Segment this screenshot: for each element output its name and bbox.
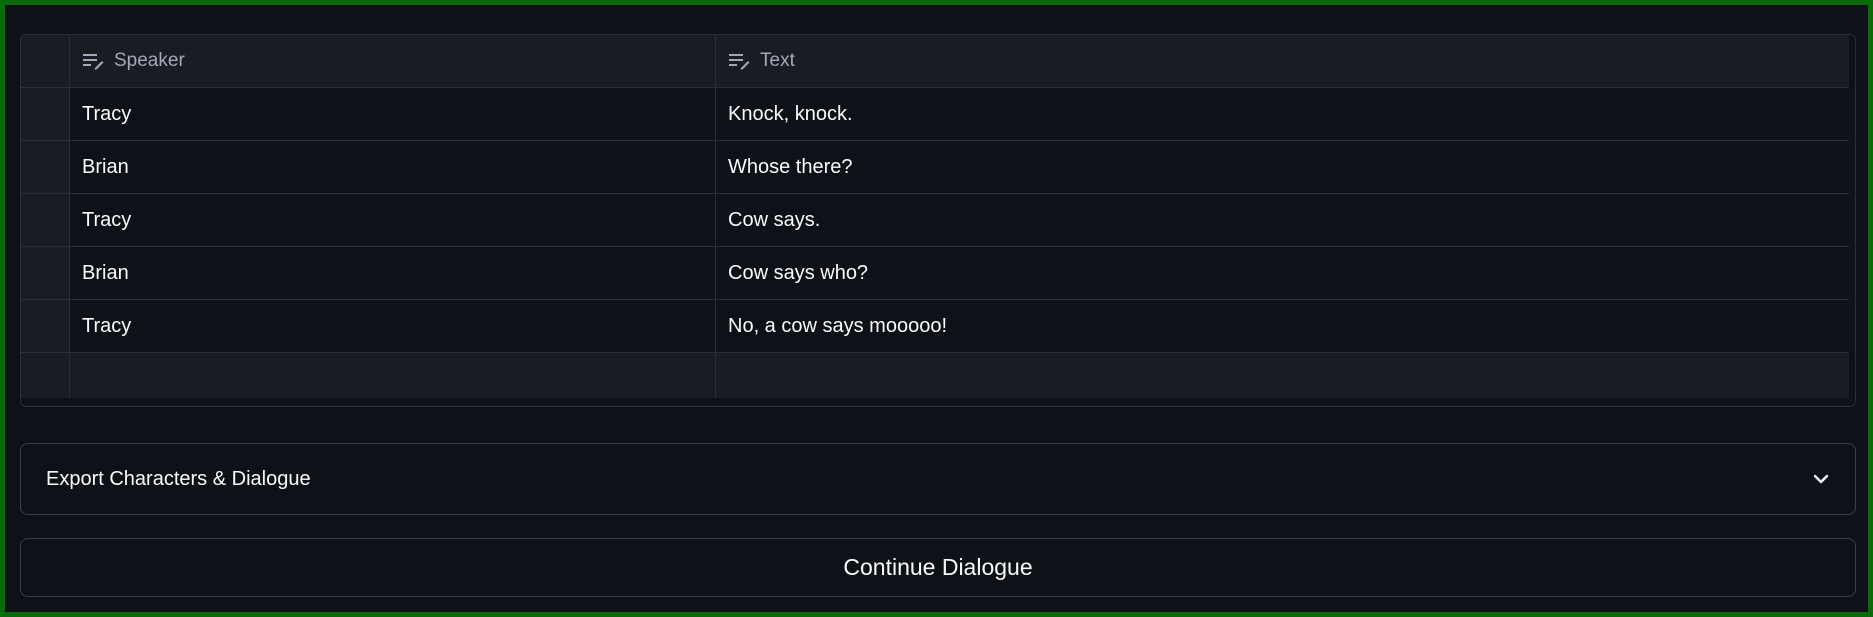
text-cell[interactable]: Cow says.: [716, 194, 1849, 246]
row-index-cell[interactable]: [21, 300, 70, 352]
column-header-label: Speaker: [114, 50, 185, 71]
column-header-label: Text: [760, 50, 795, 71]
row-index-cell[interactable]: [21, 141, 70, 193]
row-index-header: [21, 35, 70, 87]
text-cell-empty[interactable]: [716, 353, 1849, 398]
column-header-speaker[interactable]: Speaker: [70, 35, 716, 87]
table-header-row: Speaker Text: [21, 35, 1849, 88]
speaker-cell[interactable]: Tracy: [70, 194, 716, 246]
text-cell[interactable]: Whose there?: [716, 141, 1849, 193]
text-column-icon: [729, 54, 750, 70]
speaker-cell[interactable]: Brian: [70, 247, 716, 299]
row-index-cell[interactable]: [21, 353, 70, 398]
table-row: Brian Cow says who?: [21, 247, 1849, 300]
text-column-icon: [83, 54, 104, 70]
row-index-cell[interactable]: [21, 88, 70, 140]
chevron-down-icon: [1813, 474, 1829, 484]
text-cell[interactable]: Cow says who?: [716, 247, 1849, 299]
app-frame: Speaker Text Tracy Knock, knock. Brian W…: [0, 0, 1873, 617]
speaker-cell[interactable]: Tracy: [70, 300, 716, 352]
table-row: Tracy No, a cow says mooooo!: [21, 300, 1849, 353]
text-cell[interactable]: Knock, knock.: [716, 88, 1849, 140]
table-row: Tracy Cow says.: [21, 194, 1849, 247]
speaker-cell[interactable]: Brian: [70, 141, 716, 193]
table-row: Tracy Knock, knock.: [21, 88, 1849, 141]
table-row: Brian Whose there?: [21, 141, 1849, 194]
export-expander-label: Export Characters & Dialogue: [46, 467, 311, 490]
table-scroll-gutter: [1849, 35, 1855, 406]
speaker-cell[interactable]: Tracy: [70, 88, 716, 140]
continue-dialogue-button[interactable]: Continue Dialogue: [20, 538, 1856, 597]
text-cell[interactable]: No, a cow says mooooo!: [716, 300, 1849, 352]
export-expander[interactable]: Export Characters & Dialogue: [20, 443, 1856, 515]
row-index-cell[interactable]: [21, 194, 70, 246]
speaker-cell-empty[interactable]: [70, 353, 716, 398]
dialogue-table[interactable]: Speaker Text Tracy Knock, knock. Brian W…: [20, 34, 1856, 407]
new-row-placeholder[interactable]: [21, 353, 1849, 398]
row-index-cell[interactable]: [21, 247, 70, 299]
column-header-text[interactable]: Text: [716, 35, 1849, 87]
